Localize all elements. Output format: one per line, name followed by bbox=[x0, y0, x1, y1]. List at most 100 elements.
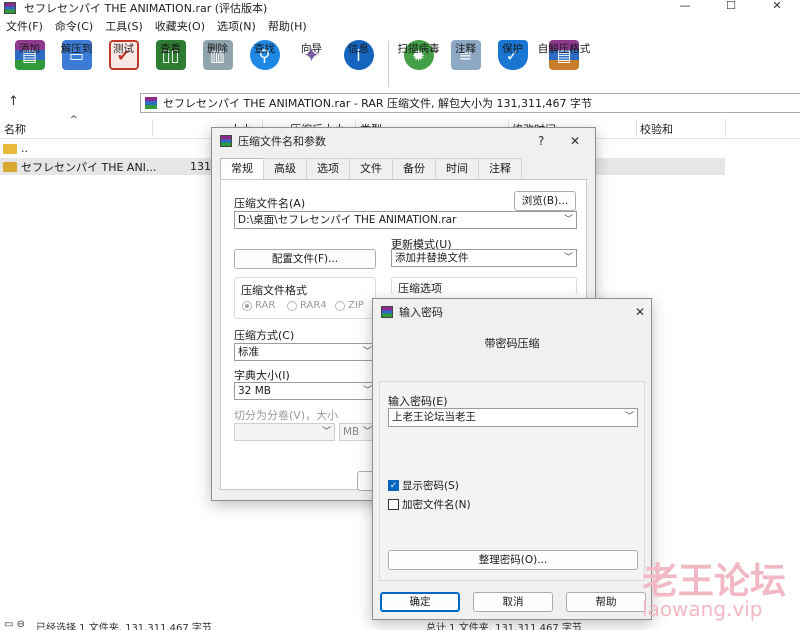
toolbar-sfx-button[interactable]: ▤ 自解压格式 bbox=[536, 38, 592, 90]
browse-button[interactable]: 浏览(B)... bbox=[514, 191, 576, 211]
menu-bar: 文件(F) 命令(C) 工具(S) 收藏夹(O) 选项(N) 帮助(H) bbox=[0, 18, 313, 36]
toolbar-find-label: 查找 bbox=[254, 43, 275, 55]
winrar-icon bbox=[381, 306, 393, 318]
show-password-checkbox[interactable]: ✓ 显示密码(S) bbox=[388, 478, 459, 493]
up-arrow-icon[interactable]: ↑ bbox=[8, 94, 19, 109]
dialog-tabs: 常规 高级 选项 文件 备份 时间 注释 bbox=[220, 158, 522, 180]
toolbar-delete-label: 删除 bbox=[207, 43, 228, 55]
toolbar-add-button[interactable]: ▤ 添加 bbox=[6, 38, 53, 90]
archive-name-label: 压缩文件名(A) bbox=[234, 197, 306, 210]
tab-options[interactable]: 选项 bbox=[306, 158, 350, 180]
radio-icon bbox=[335, 300, 345, 311]
archive-format-label: 压缩文件格式 bbox=[241, 284, 307, 297]
compression-method-label: 压缩方式(C) bbox=[234, 329, 295, 342]
column-separator bbox=[152, 119, 153, 137]
toolbar-test-label: 测试 bbox=[113, 43, 134, 55]
organize-passwords-button[interactable]: 整理密码(O)... bbox=[388, 550, 638, 570]
toolbar-comment-button[interactable]: ≡ 注释 bbox=[442, 38, 489, 90]
format-rar-label: RAR bbox=[255, 300, 276, 311]
encrypt-filenames-checkbox[interactable]: 加密文件名(N) bbox=[388, 497, 471, 512]
show-password-label: 显示密码(S) bbox=[402, 480, 459, 492]
toolbar-virus-scan-label: 扫描病毒 bbox=[397, 43, 440, 55]
profiles-button[interactable]: 配置文件(F)... bbox=[234, 249, 376, 269]
password-dialog-title: 输入密码 bbox=[399, 306, 443, 319]
winrar-icon bbox=[220, 135, 232, 147]
update-mode-combo[interactable]: 添加并替换文件 ﹀ bbox=[391, 249, 577, 267]
path-field[interactable]: セフレセンパイ THE ANIMATION.rar - RAR 压缩文件, 解包… bbox=[140, 93, 800, 113]
toolbar-test-button[interactable]: ✔ 测试 bbox=[100, 38, 147, 90]
status-drive-icon: ▭ ⊖ bbox=[4, 619, 26, 630]
column-name[interactable]: 名称 bbox=[4, 121, 26, 137]
chevron-down-icon[interactable]: ﹀ bbox=[564, 212, 573, 228]
chevron-down-icon[interactable]: ﹀ bbox=[564, 250, 573, 266]
password-input[interactable]: 上老王论坛当老王 ﹀ bbox=[388, 408, 638, 427]
dialog-title: 压缩文件名和参数 bbox=[238, 135, 326, 148]
menu-favorites[interactable]: 收藏夹(O) bbox=[149, 18, 211, 36]
toolbar-view-button[interactable]: ▯▯ 查看 bbox=[147, 38, 194, 90]
winrar-icon bbox=[4, 2, 16, 14]
tab-general[interactable]: 常规 bbox=[220, 158, 264, 180]
toolbar-info-button[interactable]: i 信息 bbox=[335, 38, 382, 90]
column-crc[interactable]: 校验和 bbox=[640, 121, 673, 137]
dialog-close-button[interactable]: ✕ bbox=[570, 134, 580, 148]
password-help-button[interactable]: 帮助 bbox=[566, 592, 646, 612]
checkbox-icon bbox=[388, 499, 399, 510]
toolbar-wizard-label: 向导 bbox=[301, 43, 322, 55]
toolbar-find-button[interactable]: ⚲ 查找 bbox=[241, 38, 288, 90]
password-ok-button[interactable]: 确定 bbox=[380, 592, 460, 612]
rar-archive-icon bbox=[145, 97, 157, 109]
toolbar-virus-scan-button[interactable]: ✹ 扫描病毒 bbox=[395, 38, 442, 90]
tab-time[interactable]: 时间 bbox=[435, 158, 479, 180]
menu-commands[interactable]: 命令(C) bbox=[49, 18, 99, 36]
dictionary-size-combo[interactable]: 32 MB ﹀ bbox=[234, 382, 376, 400]
toolbar-delete-button[interactable]: ▥ 删除 bbox=[194, 38, 241, 90]
file-name: .. bbox=[21, 142, 28, 155]
window-title: セフレセンパイ THE ANIMATION.rar (评估版本) bbox=[24, 2, 268, 15]
dictionary-size-label: 字典大小(I) bbox=[234, 369, 290, 382]
chevron-down-icon[interactable]: ﹀ bbox=[363, 383, 372, 399]
archive-name-combo[interactable]: D:\桌面\セフレセンパイ THE ANIMATION.rar ﹀ bbox=[234, 211, 577, 229]
menu-tools[interactable]: 工具(S) bbox=[99, 18, 149, 36]
password-dialog-close-button[interactable]: ✕ bbox=[635, 305, 645, 319]
format-rar-radio[interactable]: RAR bbox=[242, 300, 275, 311]
minimize-button[interactable]: — bbox=[662, 0, 708, 16]
address-bar: ↑ セフレセンパイ THE ANIMATION.rar - RAR 压缩文件, … bbox=[0, 92, 800, 114]
format-rar4-radio[interactable]: RAR4 bbox=[287, 300, 327, 311]
tab-advanced[interactable]: 高级 bbox=[263, 158, 307, 180]
toolbar-add-label: 添加 bbox=[19, 43, 40, 55]
chevron-down-icon[interactable]: ﹀ bbox=[363, 344, 372, 360]
archive-options-label: 压缩选项 bbox=[398, 282, 442, 295]
chevron-down-icon: ﹀ bbox=[321, 427, 331, 437]
tab-files[interactable]: 文件 bbox=[349, 158, 393, 180]
column-separator bbox=[636, 119, 637, 137]
format-rar4-label: RAR4 bbox=[300, 300, 327, 311]
format-zip-label: ZIP bbox=[348, 300, 364, 311]
menu-help[interactable]: 帮助(H) bbox=[262, 18, 313, 36]
close-button[interactable]: ✕ bbox=[754, 0, 800, 16]
menu-file[interactable]: 文件(F) bbox=[0, 18, 49, 36]
path-text: セフレセンパイ THE ANIMATION.rar - RAR 压缩文件, 解包… bbox=[163, 97, 593, 110]
split-volume-size-combo[interactable]: ﹀ bbox=[234, 423, 335, 441]
tab-backup[interactable]: 备份 bbox=[392, 158, 436, 180]
help-button[interactable]: ? bbox=[538, 134, 544, 148]
password-cancel-button[interactable]: 取消 bbox=[473, 592, 553, 612]
folder-icon bbox=[3, 161, 17, 172]
chevron-down-icon[interactable]: ﹀ bbox=[625, 409, 634, 425]
menu-options[interactable]: 选项(N) bbox=[211, 18, 262, 36]
compression-method-combo[interactable]: 标准 ﹀ bbox=[234, 343, 376, 361]
archive-format-group: 压缩文件格式 RAR RAR4 ZIP bbox=[234, 277, 376, 319]
update-mode-value: 添加并替换文件 bbox=[395, 252, 469, 264]
toolbar-extract-button[interactable]: ▭ 解压到 bbox=[53, 38, 100, 90]
split-unit-combo[interactable]: MB ﹀ bbox=[339, 423, 376, 441]
dialog-title-bar: 压缩文件名和参数 ? ✕ bbox=[212, 128, 595, 154]
toolbar-wizard-button[interactable]: ✦ 向导 bbox=[288, 38, 335, 90]
maximize-button[interactable]: ☐ bbox=[708, 0, 754, 16]
password-dialog: 输入密码 ✕ 带密码压缩 输入密码(E) 上老王论坛当老王 ﹀ ✓ 显示密码(S… bbox=[372, 298, 652, 620]
tab-comment[interactable]: 注释 bbox=[478, 158, 522, 180]
column-separator bbox=[725, 119, 726, 137]
toolbar-view-label: 查看 bbox=[160, 43, 181, 55]
password-label: 输入密码(E) bbox=[388, 395, 448, 408]
toolbar-protect-button[interactable]: ✓ 保护 bbox=[489, 38, 536, 90]
format-zip-radio[interactable]: ZIP bbox=[335, 300, 364, 311]
compression-method-value: 标准 bbox=[238, 346, 259, 358]
